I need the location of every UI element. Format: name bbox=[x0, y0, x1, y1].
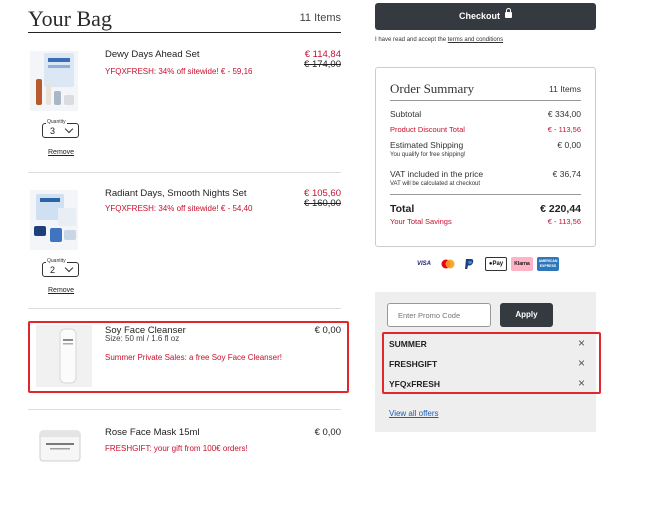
order-summary: Order Summary 11 Items Subtotal € 334,00… bbox=[375, 67, 596, 247]
product-promo-text: FRESHGIFT: your gift from 100€ orders! bbox=[105, 444, 248, 453]
product-promo-text: YFQXFRESH: 34% off sitewide! € - 59,16 bbox=[105, 67, 253, 76]
shipping-value: € 0,00 bbox=[557, 140, 581, 150]
product-image bbox=[30, 51, 78, 111]
vat-value: € 36,74 bbox=[552, 169, 581, 179]
bag-item-count: 11 Items bbox=[299, 12, 341, 24]
apply-button[interactable]: Apply bbox=[500, 303, 553, 327]
product-promo-text: YFQXFRESH: 34% off sitewide! € - 54,40 bbox=[105, 204, 253, 213]
summary-divider bbox=[390, 194, 581, 195]
subtotal-label: Subtotal bbox=[390, 109, 422, 119]
discount-label: Product Discount Total bbox=[390, 125, 465, 134]
bag-title: Your Bag bbox=[28, 6, 112, 31]
terms-link[interactable]: terms and conditions bbox=[448, 37, 503, 43]
remove-link[interactable]: Remove bbox=[48, 149, 74, 156]
apple-pay-icon: ●Pay bbox=[485, 257, 507, 271]
savings-value: € - 113,56 bbox=[547, 217, 581, 226]
product-original-price: € 160,00 bbox=[304, 198, 341, 209]
product-original-price: € 174,00 bbox=[304, 59, 341, 70]
chevron-down-icon bbox=[64, 124, 74, 134]
klarna-icon: Klarna bbox=[511, 257, 533, 271]
apple-pay-label: Pay bbox=[492, 261, 504, 267]
total-label: Total bbox=[390, 203, 415, 215]
product-image bbox=[36, 325, 92, 387]
product-image bbox=[30, 190, 78, 250]
promo-code-input[interactable] bbox=[387, 303, 491, 327]
cart-item: Soy Face Cleanser Size: 50 ml / 1.6 fl o… bbox=[28, 325, 348, 389]
order-summary-title: Order Summary bbox=[390, 81, 475, 96]
bag-title-divider bbox=[28, 32, 341, 33]
product-name[interactable]: Dewy Days Ahead Set bbox=[105, 49, 200, 60]
cart-item: Radiant Days, Smooth Nights Set YFQXFRES… bbox=[28, 188, 348, 298]
visa-icon: VISA bbox=[416, 261, 431, 267]
quantity-select[interactable]: Quantity 3 bbox=[42, 119, 79, 138]
product-name[interactable]: Rose Face Mask 15ml bbox=[105, 427, 200, 438]
product-size: Size: 50 ml / 1.6 fl oz bbox=[105, 334, 180, 343]
quantity-select[interactable]: Quantity 2 bbox=[42, 258, 79, 277]
order-summary-count: 11 Items bbox=[549, 84, 581, 94]
subtotal-value: € 334,00 bbox=[547, 109, 581, 119]
product-name[interactable]: Radiant Days, Smooth Nights Set bbox=[105, 188, 247, 199]
savings-label: Your Total Savings bbox=[390, 217, 452, 226]
product-price: € 0,00 bbox=[314, 325, 341, 336]
item-divider bbox=[28, 409, 341, 410]
quantity-value: 3 bbox=[50, 126, 56, 136]
view-all-offers-link[interactable]: View all offers bbox=[389, 409, 439, 418]
lock-icon bbox=[505, 8, 512, 18]
checkout-button[interactable]: Checkout bbox=[375, 3, 596, 30]
remove-link[interactable]: Remove bbox=[48, 287, 74, 294]
chevron-down-icon bbox=[64, 263, 74, 273]
quantity-value: 2 bbox=[50, 265, 56, 275]
discount-value: € - 113,56 bbox=[547, 125, 581, 134]
product-promo-text: Summer Private Sales: a free Soy Face Cl… bbox=[105, 353, 282, 362]
total-value: € 220,44 bbox=[540, 203, 581, 215]
amex-icon: AMERICAN EXPRESS bbox=[537, 257, 559, 271]
vat-label: VAT included in the price bbox=[390, 169, 484, 179]
terms-text: I have read and accept the terms and con… bbox=[375, 37, 503, 43]
summary-divider bbox=[390, 100, 581, 101]
paypal-icon bbox=[465, 259, 474, 269]
cart-item: Rose Face Mask 15ml FRESHGIFT: your gift… bbox=[28, 427, 348, 497]
mastercard-icon bbox=[441, 259, 455, 269]
checkout-label: Checkout bbox=[459, 11, 501, 21]
vat-note: VAT will be calculated at checkout bbox=[390, 181, 481, 187]
item-divider bbox=[28, 172, 341, 173]
shipping-note: You qualify for free shipping! bbox=[390, 152, 466, 158]
quantity-label: Quantity bbox=[46, 258, 67, 264]
product-image bbox=[39, 430, 81, 462]
offer-codes-highlight bbox=[382, 332, 601, 394]
quantity-label: Quantity bbox=[46, 119, 67, 125]
shipping-label: Estimated Shipping bbox=[390, 140, 464, 150]
terms-prefix: I have read and accept the bbox=[375, 37, 448, 43]
product-price: € 0,00 bbox=[314, 427, 341, 438]
cart-item: Dewy Days Ahead Set YFQXFRESH: 34% off s… bbox=[28, 49, 348, 159]
item-divider bbox=[28, 308, 341, 309]
